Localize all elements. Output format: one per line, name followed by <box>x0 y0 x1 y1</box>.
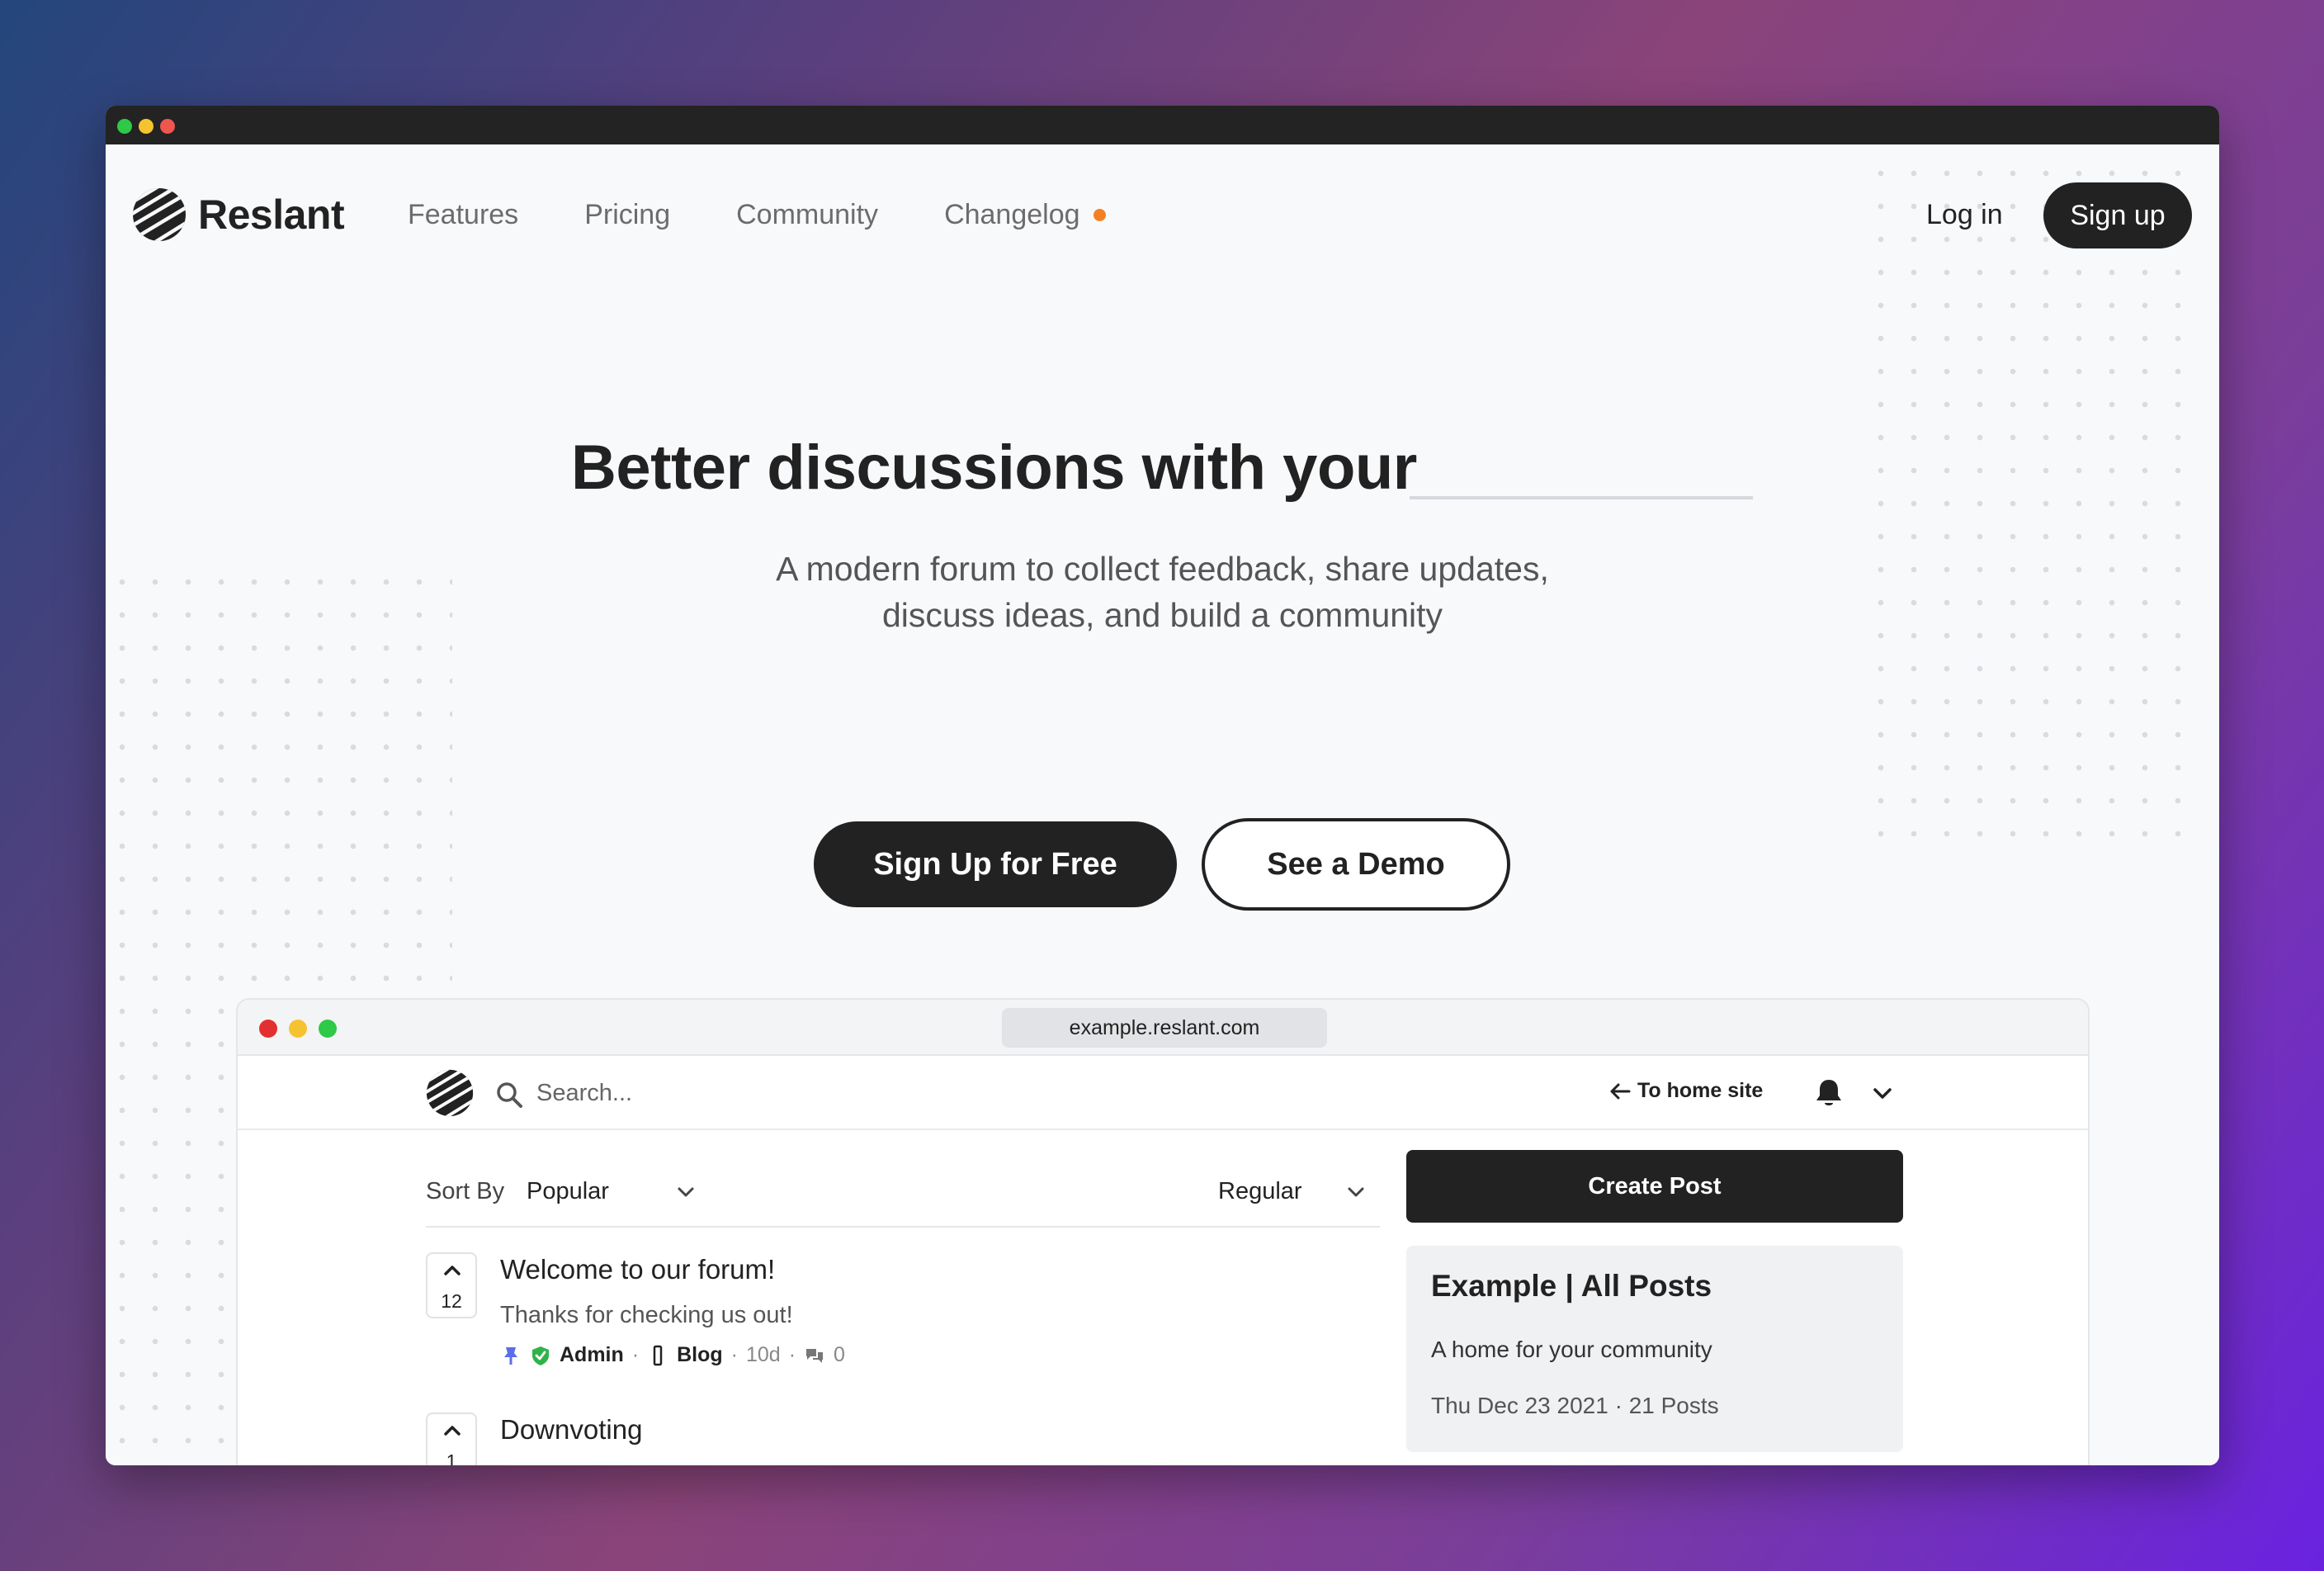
bell-icon[interactable] <box>1814 1077 1844 1109</box>
signup-button[interactable]: Sign up <box>2043 182 2192 248</box>
vote-box[interactable]: 12 <box>426 1252 477 1318</box>
post-author[interactable]: Admin <box>560 1343 624 1367</box>
post-category[interactable]: Blog <box>677 1343 723 1367</box>
verified-shield-icon <box>532 1346 549 1365</box>
post-meta: Admin · Blog · 10d · 0 <box>500 1343 845 1367</box>
nav-community-label: Community <box>736 199 879 230</box>
post-excerpt: Thanks for checking us out! <box>500 1302 793 1328</box>
top-nav: Reslant Features Pricing Community Chang… <box>106 144 2219 293</box>
community-title: Example | All Posts <box>1431 1269 1712 1303</box>
window-red-dot[interactable] <box>160 119 175 134</box>
forum-search-input[interactable] <box>536 1077 1032 1109</box>
nav-community[interactable]: Community <box>736 199 878 231</box>
window-titlebar <box>106 106 2219 144</box>
sort-by-label: Sort By <box>426 1178 505 1204</box>
to-home-site-link[interactable]: To home site <box>1609 1079 1763 1103</box>
nav-features[interactable]: Features <box>408 199 518 231</box>
pin-icon <box>504 1346 517 1365</box>
vote-box[interactable]: 1 <box>426 1412 477 1465</box>
post-item[interactable]: 12 Welcome to our forum! Thanks for chec… <box>426 1252 1380 1401</box>
browser-window: Reslant Features Pricing Community Chang… <box>106 106 2219 1465</box>
vote-count: 12 <box>441 1290 462 1312</box>
demo-forum-header: To home site <box>238 1056 2088 1130</box>
logo-icon <box>133 188 186 241</box>
demo-url-bar[interactable]: example.reslant.com <box>1002 1008 1327 1048</box>
window-yellow-dot[interactable] <box>139 119 154 134</box>
nav-changelog-label: Changelog <box>944 199 1080 230</box>
sort-bar: Sort By Popular Regular <box>426 1155 1380 1228</box>
meta-separator: · <box>788 1343 796 1366</box>
demo-red-dot <box>259 1020 277 1038</box>
typing-cursor-line <box>1410 496 1753 499</box>
nav-pricing[interactable]: Pricing <box>584 199 670 231</box>
demo-yellow-dot <box>289 1020 307 1038</box>
category-bar-icon <box>653 1345 663 1365</box>
create-post-button[interactable]: Create Post <box>1406 1150 1903 1223</box>
search-icon <box>497 1082 522 1108</box>
sort-chevron-down-icon[interactable] <box>673 1180 698 1204</box>
post-item[interactable]: 1 Downvoting <box>426 1412 1380 1465</box>
view-mode-select[interactable]: Regular <box>1218 1178 1302 1205</box>
new-indicator-dot <box>1093 209 1106 221</box>
hero-subtitle-line-1: A modern forum to collect feedback, shar… <box>776 550 1549 588</box>
meta-separator: · <box>730 1343 738 1366</box>
nav-changelog[interactable]: Changelog <box>944 199 1106 231</box>
see-demo-button[interactable]: See a Demo <box>1202 818 1510 911</box>
login-link[interactable]: Log in <box>1926 199 2003 231</box>
community-meta: Thu Dec 23 2021 · 21 Posts <box>1431 1393 1719 1418</box>
post-age: 10d <box>745 1343 781 1366</box>
demo-preview-window: example.reslant.com Search... To home si… <box>236 998 2090 1465</box>
hero-title: Better discussions with your <box>571 433 1417 503</box>
community-info-card: Example | All Posts A home for your comm… <box>1406 1246 1903 1452</box>
upvote-icon[interactable] <box>441 1261 464 1280</box>
comment-count: 0 <box>834 1343 845 1366</box>
hero-subtitle-line-2: discuss ideas, and build a community <box>881 596 1443 634</box>
upvote-icon[interactable] <box>441 1421 464 1441</box>
brand-name: Reslant <box>198 192 345 238</box>
signup-free-button[interactable]: Sign Up for Free <box>814 821 1177 907</box>
vote-count: 1 <box>446 1450 457 1465</box>
nav-links: Features Pricing Community Changelog <box>408 199 1106 231</box>
comments-icon <box>806 1348 824 1363</box>
sort-select[interactable]: Popular <box>527 1178 609 1205</box>
arrow-left-icon <box>1610 1083 1631 1099</box>
nav-pricing-label: Pricing <box>584 199 671 230</box>
post-title[interactable]: Downvoting <box>500 1414 642 1446</box>
community-description: A home for your community <box>1431 1337 1712 1362</box>
to-home-site-label: To home site <box>1637 1079 1764 1102</box>
brand-logo[interactable]: Reslant <box>132 187 345 242</box>
post-title[interactable]: Welcome to our forum! <box>500 1254 775 1285</box>
nav-features-label: Features <box>408 199 519 230</box>
forum-logo-icon[interactable] <box>426 1069 474 1117</box>
demo-green-dot <box>319 1020 337 1038</box>
chevron-down-icon[interactable] <box>1870 1081 1895 1105</box>
window-green-dot[interactable] <box>117 119 132 134</box>
meta-separator: · <box>631 1343 640 1366</box>
view-chevron-down-icon[interactable] <box>1344 1180 1368 1204</box>
landing-page: Reslant Features Pricing Community Chang… <box>106 144 2219 1465</box>
demo-titlebar: example.reslant.com <box>238 1000 2088 1056</box>
hero-subtitle: A modern forum to collect feedback, shar… <box>106 546 2219 638</box>
